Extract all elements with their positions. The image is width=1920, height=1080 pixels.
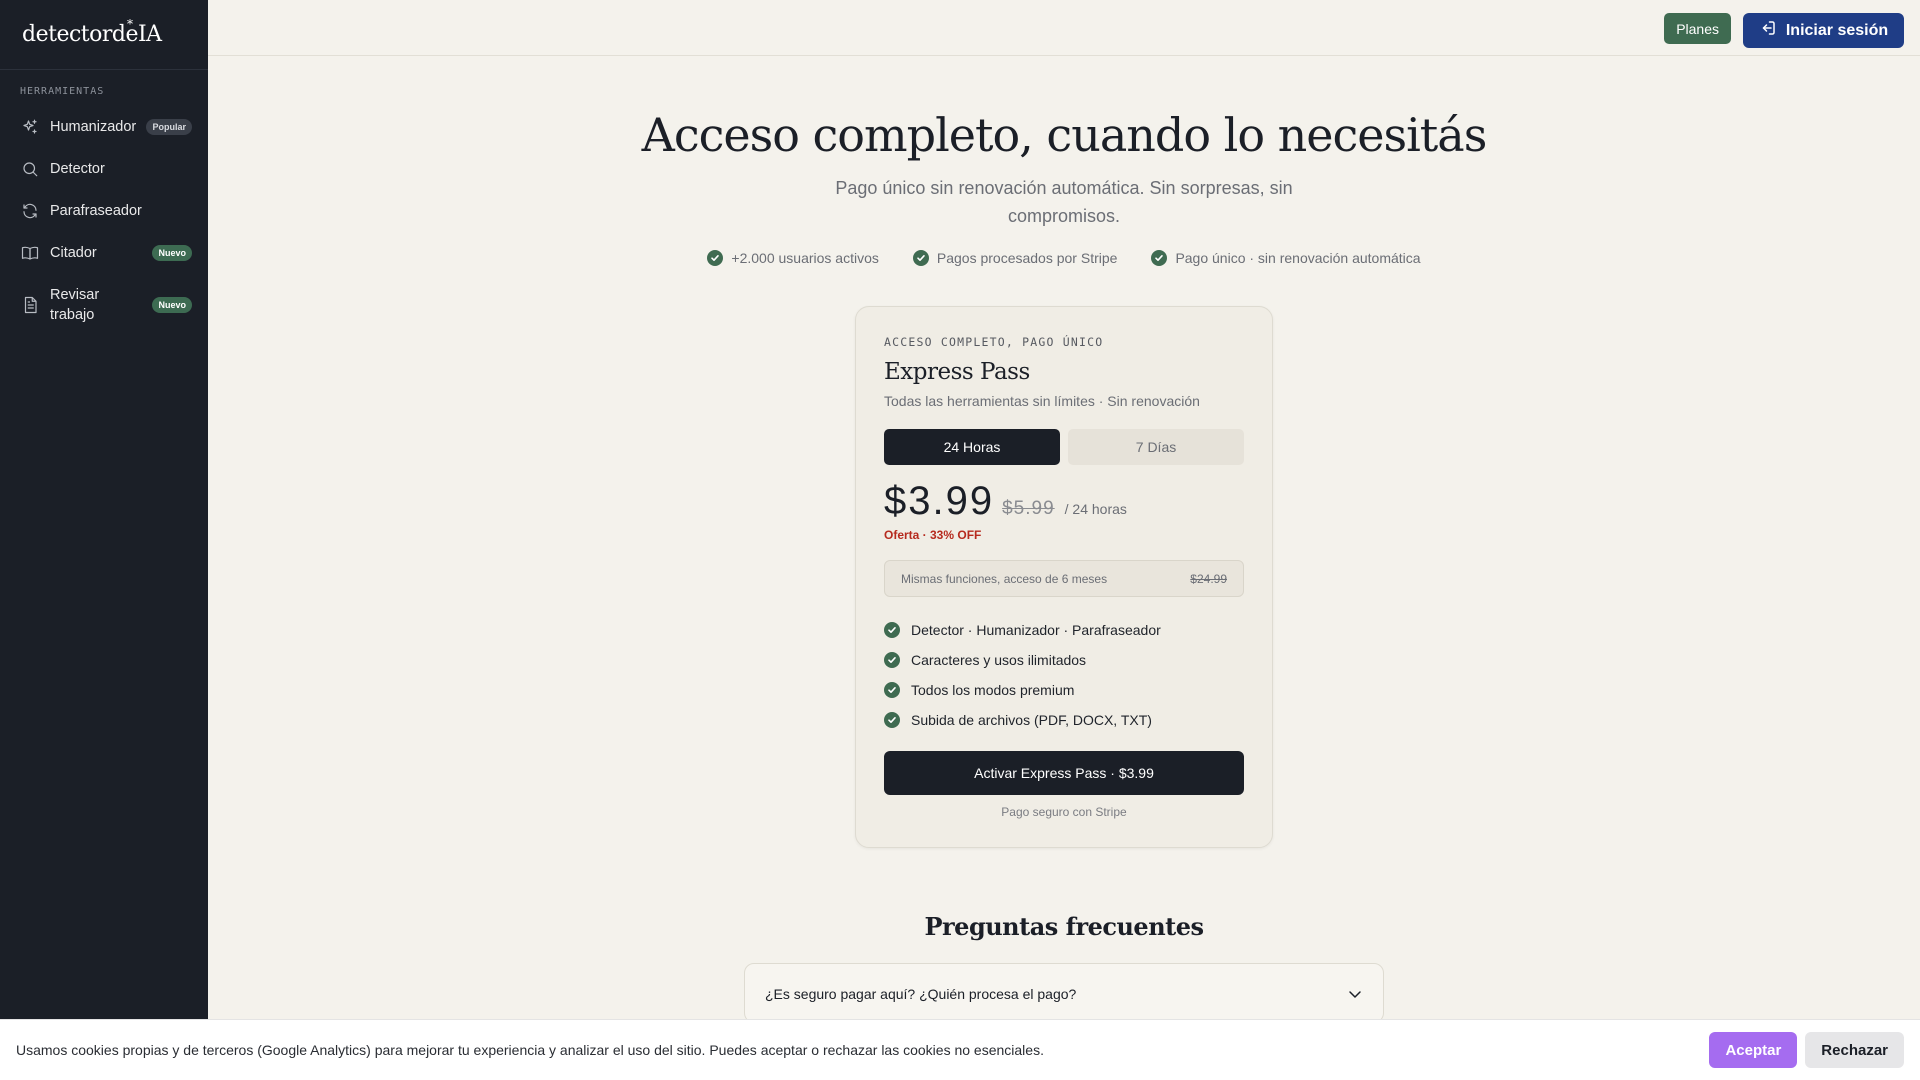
nuevo-badge: Nuevo bbox=[152, 297, 192, 313]
sidebar-item-label: Citador bbox=[50, 245, 97, 261]
old-price: $5.99 bbox=[1002, 498, 1055, 519]
check-circle-icon bbox=[707, 250, 724, 266]
cookie-banner: Usamos cookies propias y de terceros (Go… bbox=[0, 1019, 1920, 1080]
book-icon bbox=[20, 243, 40, 263]
search-icon bbox=[20, 159, 40, 179]
activate-pass-button[interactable]: Activar Express Pass · $3.99 bbox=[884, 751, 1244, 795]
reject-cookies-button[interactable]: Rechazar bbox=[1805, 1032, 1904, 1068]
nuevo-badge: Nuevo bbox=[152, 245, 192, 261]
trust-label: +2.000 usuarios activos bbox=[731, 250, 879, 266]
sidebar-item-detector[interactable]: Detector bbox=[0, 148, 208, 190]
page-title: Acceso completo, cuando lo necesitás bbox=[641, 108, 1488, 162]
document-icon bbox=[20, 295, 40, 315]
feature-label: Todos los modos premium bbox=[911, 682, 1075, 698]
main-content: Acceso completo, cuando lo necesitás Pag… bbox=[208, 56, 1920, 1080]
trust-item: Pago único · sin renovación automática bbox=[1151, 250, 1421, 266]
popular-badge: Popular bbox=[146, 119, 192, 135]
offer-label: Oferta · 33% OFF bbox=[884, 528, 982, 542]
duration-24h-button[interactable]: 24 Horas bbox=[884, 429, 1060, 465]
alt-plan-price: $24.99 bbox=[1190, 571, 1227, 586]
logo-star-icon: * bbox=[127, 17, 133, 31]
feature-item: Subida de archivos (PDF, DOCX, TXT) bbox=[884, 705, 1244, 735]
price-period: / 24 horas bbox=[1064, 501, 1127, 517]
price: $3.99 bbox=[884, 479, 995, 523]
logo-text: detectordeIA bbox=[22, 22, 162, 47]
page-subtitle: Pago único sin renovación automática. Si… bbox=[835, 178, 1293, 226]
feature-list: Detector · Humanizador · Parafraseador C… bbox=[884, 615, 1244, 735]
faq-item[interactable]: ¿Es seguro pagar aquí? ¿Quién procesa el… bbox=[744, 963, 1384, 1023]
feature-item: Caracteres y usos ilimitados bbox=[884, 645, 1244, 675]
cookie-text: Usamos cookies propias y de terceros (Go… bbox=[16, 1042, 1044, 1058]
duration-toggle: 24 Horas 7 Días bbox=[884, 429, 1244, 465]
faq-question: ¿Es seguro pagar aquí? ¿Quién procesa el… bbox=[765, 986, 1077, 1002]
secure-payment-note: Pago seguro con Stripe bbox=[1001, 805, 1127, 819]
check-circle-icon bbox=[884, 682, 900, 698]
alt-plan-text: Mismas funciones, acceso de 6 meses bbox=[901, 571, 1108, 586]
feature-label: Detector · Humanizador · Parafraseador bbox=[911, 622, 1161, 638]
trust-label: Pago único · sin renovación automática bbox=[1175, 250, 1421, 266]
plan-title: Express Pass bbox=[884, 359, 1030, 385]
trust-item: +2.000 usuarios activos bbox=[707, 250, 879, 266]
trust-row: +2.000 usuarios activos Pagos procesados… bbox=[208, 250, 1920, 266]
price-row: $3.99 $5.99 / 24 horas bbox=[884, 479, 1244, 524]
sidebar-item-parafraseador[interactable]: Parafraseador bbox=[0, 190, 208, 232]
feature-item: Todos los modos premium bbox=[884, 675, 1244, 705]
refresh-icon bbox=[20, 201, 40, 221]
chevron-down-icon[interactable] bbox=[1347, 986, 1363, 1005]
sidebar-section-label: HERRAMIENTAS bbox=[20, 86, 105, 97]
faq-title: Preguntas frecuentes bbox=[924, 912, 1204, 941]
top-bar: Planes Iniciar sesión bbox=[208, 0, 1920, 56]
check-circle-icon bbox=[912, 250, 929, 266]
duration-7d-button[interactable]: 7 Días bbox=[1068, 429, 1244, 465]
sidebar-item-revisar-trabajo[interactable]: Revisar trabajo Nuevo bbox=[0, 274, 208, 336]
feature-item: Detector · Humanizador · Parafraseador bbox=[884, 615, 1244, 645]
pricing-card: ACCESO COMPLETO, PAGO ÚNICO Express Pass… bbox=[855, 306, 1273, 848]
plan-subtitle: Todas las herramientas sin límites · Sin… bbox=[884, 393, 1200, 409]
check-circle-icon bbox=[884, 652, 900, 668]
sidebar-item-label: Detector bbox=[50, 161, 105, 177]
alt-plan-note[interactable]: Mismas funciones, acceso de 6 meses $24.… bbox=[884, 560, 1244, 597]
check-circle-icon bbox=[1151, 250, 1168, 266]
trust-item: Pagos procesados por Stripe bbox=[912, 250, 1118, 266]
check-circle-icon bbox=[884, 712, 900, 728]
trust-label: Pagos procesados por Stripe bbox=[936, 250, 1118, 266]
login-icon bbox=[1759, 19, 1777, 42]
sidebar-item-citador[interactable]: Citador Nuevo bbox=[0, 232, 208, 274]
check-circle-icon bbox=[884, 622, 900, 638]
sidebar: detectordeIA * HERRAMIENTAS Humanizador … bbox=[0, 0, 208, 1080]
sidebar-item-label: Parafraseador bbox=[50, 203, 142, 219]
sidebar-item-label: Humanizador bbox=[50, 119, 137, 135]
feature-label: Caracteres y usos ilimitados bbox=[911, 652, 1087, 668]
sidebar-item-label: Revisar trabajo bbox=[50, 287, 100, 323]
sidebar-item-humanizador[interactable]: Humanizador Popular bbox=[0, 106, 208, 148]
card-kicker: ACCESO COMPLETO, PAGO ÚNICO bbox=[884, 335, 1104, 349]
feature-label: Subida de archivos (PDF, DOCX, TXT) bbox=[911, 712, 1152, 728]
planes-button[interactable]: Planes bbox=[1664, 13, 1731, 44]
login-button[interactable]: Iniciar sesión bbox=[1743, 13, 1904, 48]
login-label: Iniciar sesión bbox=[1785, 21, 1889, 39]
logo[interactable]: detectordeIA * bbox=[0, 0, 208, 70]
accept-cookies-button[interactable]: Aceptar bbox=[1709, 1032, 1798, 1068]
sparkles-icon bbox=[20, 117, 40, 137]
